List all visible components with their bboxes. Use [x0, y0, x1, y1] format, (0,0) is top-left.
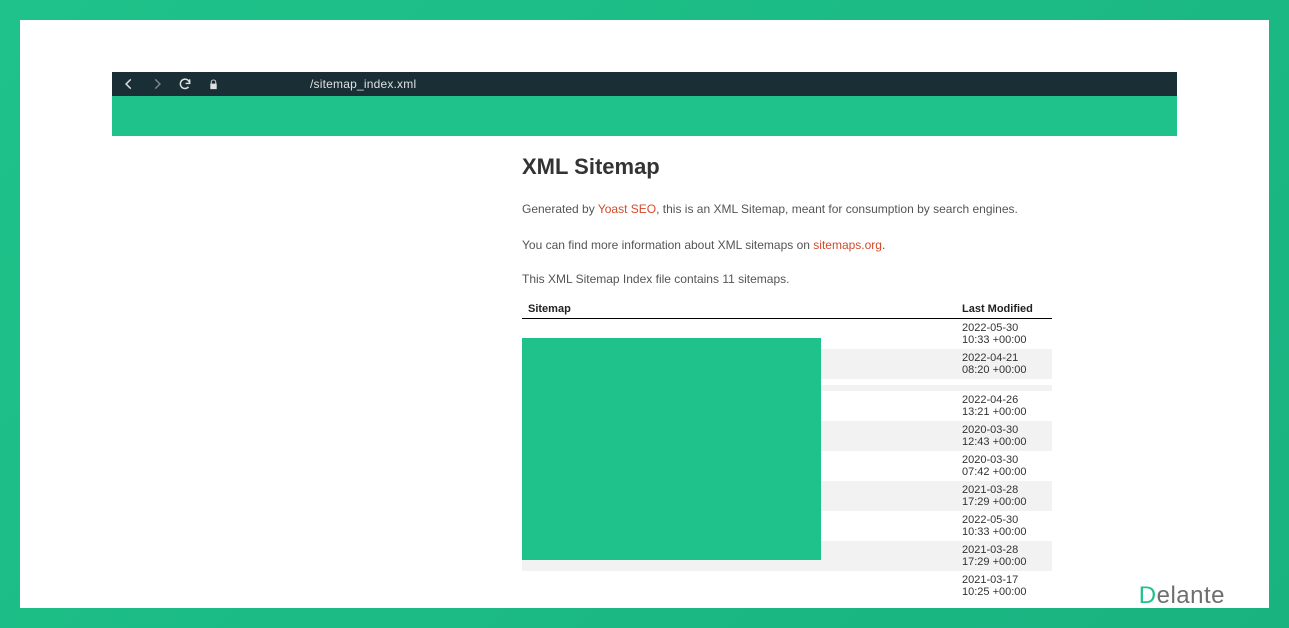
col-last-modified: Last Modified	[822, 300, 1052, 319]
last-modified-cell: 2022-04-26 13:21 +00:00	[822, 391, 1052, 421]
browser-toolbar: /sitemap_index.xml	[112, 72, 1177, 96]
delante-logo: Delante	[1139, 582, 1225, 610]
table-row: 2021-03-17 10:25 +00:00	[522, 571, 1052, 601]
logo-d: D	[1139, 582, 1157, 609]
yoast-link[interactable]: Yoast SEO	[598, 202, 656, 216]
frame: /sitemap_index.xml XML Sitemap Generated…	[20, 20, 1269, 608]
reload-icon[interactable]	[178, 77, 192, 91]
forward-icon[interactable]	[150, 77, 164, 91]
redaction-overlay	[522, 338, 821, 560]
count-line: This XML Sitemap Index file contains 11 …	[522, 272, 1082, 286]
url-text[interactable]: /sitemap_index.xml	[310, 77, 416, 91]
nav-icons	[122, 77, 220, 91]
intro-line-2: You can find more information about XML …	[522, 236, 1082, 254]
last-modified-cell: 2020-03-30 12:43 +00:00	[822, 421, 1052, 451]
inner-container: /sitemap_index.xml XML Sitemap Generated…	[42, 72, 1247, 616]
last-modified-cell: 2020-03-30 07:42 +00:00	[822, 451, 1052, 481]
intro-line-1: Generated by Yoast SEO, this is an XML S…	[522, 200, 1082, 218]
lock-icon	[206, 77, 220, 91]
last-modified-cell: 2022-05-30 10:33 +00:00	[822, 319, 1052, 350]
table-header-row: Sitemap Last Modified	[522, 300, 1052, 319]
logo-rest: elante	[1157, 582, 1225, 609]
info-prefix: You can find more information about XML …	[522, 238, 813, 252]
col-sitemap: Sitemap	[522, 300, 822, 319]
last-modified-cell: 2021-03-17 10:25 +00:00	[822, 571, 1052, 601]
last-modified-cell: 2022-04-21 08:20 +00:00	[822, 349, 1052, 379]
page-title: XML Sitemap	[522, 154, 1082, 180]
last-modified-cell: 2021-03-28 17:29 +00:00	[822, 481, 1052, 511]
sitemaps-org-link[interactable]: sitemaps.org	[813, 238, 882, 252]
generated-prefix: Generated by	[522, 202, 598, 216]
generated-suffix: , this is an XML Sitemap, meant for cons…	[656, 202, 1018, 216]
sitemap-cell[interactable]	[522, 571, 822, 601]
last-modified-cell: 2021-03-28 17:29 +00:00	[822, 541, 1052, 571]
back-icon[interactable]	[122, 77, 136, 91]
last-modified-cell: 2022-05-30 10:33 +00:00	[822, 511, 1052, 541]
info-suffix: .	[882, 238, 885, 252]
header-green-bar	[112, 96, 1177, 136]
